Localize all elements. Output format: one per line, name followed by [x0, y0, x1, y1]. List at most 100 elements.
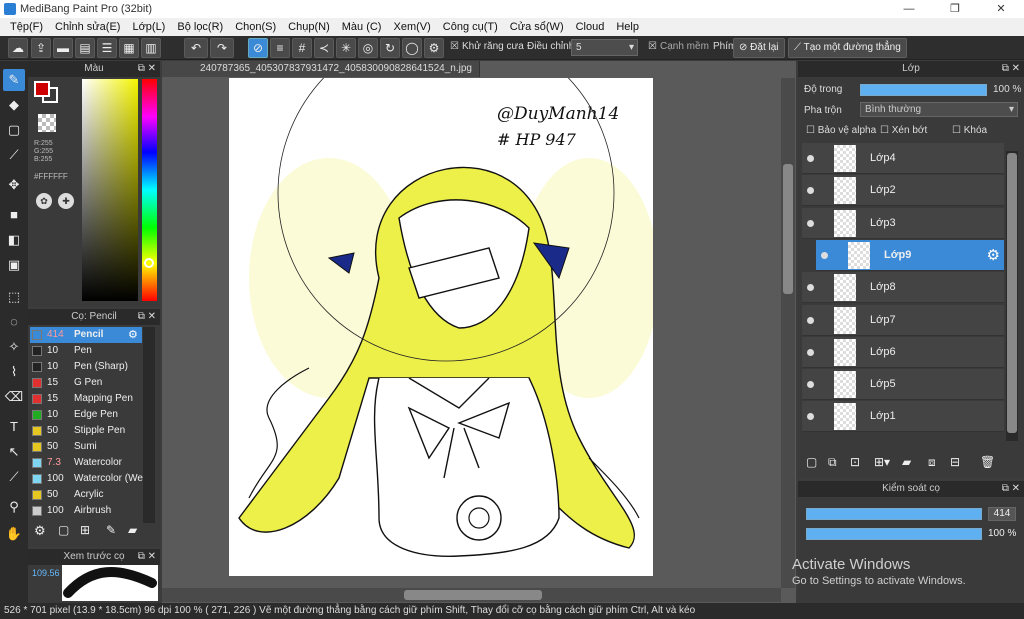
- layer-opacity-slider[interactable]: [860, 84, 987, 96]
- redo-icon[interactable]: ↷: [210, 38, 234, 58]
- upload-icon[interactable]: ⇪: [31, 38, 51, 58]
- saturation-value-picker[interactable]: [82, 79, 138, 301]
- select-pen-icon[interactable]: ⌇: [3, 361, 25, 383]
- foreground-color-swatch[interactable]: [34, 81, 50, 97]
- layer-row[interactable]: Lớp9 ⚙: [816, 239, 1004, 271]
- layer-settings-icon[interactable]: ⊟: [950, 455, 960, 469]
- layer-row[interactable]: Lớp4: [802, 143, 1004, 174]
- hand-tool-icon[interactable]: ✋: [3, 523, 25, 545]
- rectangle-tool-icon[interactable]: ▢: [3, 119, 25, 141]
- move-tool-icon[interactable]: ✥: [3, 174, 25, 196]
- crisscross-snap-icon[interactable]: #: [292, 38, 312, 58]
- visibility-eye-icon[interactable]: [807, 284, 814, 292]
- brush-list-scrollbar[interactable]: [143, 327, 155, 523]
- brush-list-item[interactable]: 10 Edge Pen: [30, 407, 142, 423]
- palette-icon[interactable]: ✿: [36, 193, 52, 209]
- brush-list-item[interactable]: 100 Watercolor (We: [30, 471, 143, 487]
- concentric-snap-icon[interactable]: ◎: [358, 38, 378, 58]
- visibility-eye-icon[interactable]: [807, 316, 814, 324]
- no-snap-icon[interactable]: ⊘: [248, 38, 268, 58]
- halftone-layer-icon[interactable]: ⊡: [850, 455, 860, 469]
- panel-icon[interactable]: ▤: [75, 38, 95, 58]
- brush-list-item[interactable]: 15 G Pen: [30, 375, 142, 391]
- menu-view[interactable]: Xem(V): [387, 21, 436, 33]
- brush-size-slider[interactable]: [806, 508, 982, 520]
- protect-alpha-checkbox[interactable]: ☐ Bảo vệ alpha: [806, 125, 876, 136]
- drawing-canvas[interactable]: @DuyManh14 # HP 947: [229, 78, 653, 576]
- layer-row[interactable]: Lớp6: [802, 336, 1004, 368]
- circle-snap-icon[interactable]: ◯: [402, 38, 422, 58]
- brush-list-item[interactable]: 10 Pen (Sharp): [30, 359, 142, 375]
- eraser-tool-icon[interactable]: ◆: [3, 94, 25, 116]
- brush-list-item[interactable]: 50 Sumi: [30, 439, 142, 455]
- menu-help[interactable]: Help: [610, 21, 645, 33]
- delete-layer-icon[interactable]: 🗑: [980, 455, 995, 469]
- fill-rect-tool-icon[interactable]: ■: [3, 204, 25, 226]
- visibility-eye-icon[interactable]: [807, 381, 814, 389]
- divide-tool-icon[interactable]: ⟋: [3, 466, 25, 488]
- lasso-tool-icon[interactable]: ◌: [3, 311, 25, 333]
- antialias-checkbox-icon[interactable]: ☒: [450, 41, 459, 52]
- cloud-icon[interactable]: ☁: [8, 38, 28, 58]
- layer-row[interactable]: Lớp2: [802, 175, 1004, 207]
- bucket-tool-icon[interactable]: ◧: [3, 229, 25, 251]
- gear-icon[interactable]: ⚙: [128, 328, 138, 341]
- visibility-eye-icon[interactable]: [807, 348, 814, 356]
- layout-icon[interactable]: ▥: [141, 38, 161, 58]
- hue-handle[interactable]: [144, 258, 154, 268]
- soft-edge-checkbox-icon[interactable]: ☒: [648, 41, 657, 52]
- grid-icon[interactable]: ▦: [119, 38, 139, 58]
- gear-icon[interactable]: ⚙: [987, 246, 1000, 264]
- panel-close-icon[interactable]: ⧉ ✕: [138, 309, 156, 325]
- brush-list-item[interactable]: 15 Mapping Pen: [30, 391, 142, 407]
- panel-close-icon[interactable]: ⧉ ✕: [1002, 61, 1020, 77]
- palette-add-icon[interactable]: ✚: [58, 193, 74, 209]
- list-icon[interactable]: ☰: [97, 38, 117, 58]
- visibility-eye-icon[interactable]: [807, 187, 814, 195]
- panel-close-icon[interactable]: ⧉ ✕: [138, 549, 156, 565]
- layer-row[interactable]: Lớp5: [802, 369, 1004, 401]
- add-layer-menu-icon[interactable]: ⊞▾: [874, 455, 890, 469]
- layer-row[interactable]: Lớp1: [802, 401, 1004, 433]
- panel-close-icon[interactable]: ⧉ ✕: [138, 61, 156, 77]
- curve-snap-icon[interactable]: ↻: [380, 38, 400, 58]
- brush-list-item[interactable]: 414 Pencil ⚙: [30, 327, 142, 343]
- menu-edit[interactable]: Chỉnh sửa(E): [49, 21, 126, 33]
- vanishing-point-icon[interactable]: ≺: [314, 38, 334, 58]
- brush-list-item[interactable]: 100 Airbrush: [30, 503, 142, 519]
- folder-icon[interactable]: ▰: [902, 455, 911, 469]
- add-brush-icon[interactable]: ⊞: [80, 523, 90, 537]
- minimize-button[interactable]: —: [886, 0, 932, 18]
- lock-checkbox[interactable]: ☐ Khóa: [952, 125, 987, 136]
- brush-size-value[interactable]: 414: [988, 507, 1016, 521]
- layer-row[interactable]: Lớp3: [802, 207, 1004, 239]
- menu-layer[interactable]: Lớp(L): [126, 21, 171, 33]
- folder-icon[interactable]: ▰: [128, 523, 137, 537]
- magic-wand-icon[interactable]: ✧: [3, 336, 25, 358]
- parallel-snap-icon[interactable]: ≡: [270, 38, 290, 58]
- text-tool-icon[interactable]: T: [3, 416, 25, 438]
- menu-tools[interactable]: Công cụ(T): [437, 21, 504, 33]
- visibility-eye-icon[interactable]: [807, 413, 814, 421]
- brush-list-item[interactable]: 7.3 Watercolor: [30, 455, 142, 471]
- reset-button[interactable]: ⊘ Đặt lại: [733, 38, 785, 58]
- dot-tool-icon[interactable]: ⟋: [3, 144, 25, 166]
- eyedropper-tool-icon[interactable]: ⚲: [3, 496, 25, 518]
- layer-row[interactable]: Lớp7: [802, 304, 1004, 336]
- brush-list-item[interactable]: 10 Pen: [30, 343, 142, 359]
- comment-icon[interactable]: ▬: [53, 38, 73, 58]
- close-button[interactable]: ✕: [978, 0, 1024, 18]
- document-tab[interactable]: 240787365_405307837931472_40583009082864…: [162, 61, 480, 77]
- select-tool-icon[interactable]: ⬚: [3, 286, 25, 308]
- menu-filter[interactable]: Bộ lọc(R): [171, 21, 229, 33]
- blend-mode-select[interactable]: Bình thường ▾: [860, 102, 1018, 117]
- new-layer-icon[interactable]: ▢: [806, 455, 817, 469]
- clipping-checkbox[interactable]: ☐ Xén bớt: [880, 125, 927, 136]
- menu-window[interactable]: Cửa sổ(W): [504, 21, 570, 33]
- select-eraser-icon[interactable]: ⌫: [3, 386, 25, 408]
- menu-file[interactable]: Tệp(F): [4, 21, 49, 33]
- duplicate-layer-icon[interactable]: ⧉: [828, 455, 837, 470]
- brush-settings-icon[interactable]: ⚙: [34, 523, 46, 539]
- gradient-tool-icon[interactable]: ▣: [3, 254, 25, 276]
- menu-snap[interactable]: Chụp(N): [282, 21, 336, 33]
